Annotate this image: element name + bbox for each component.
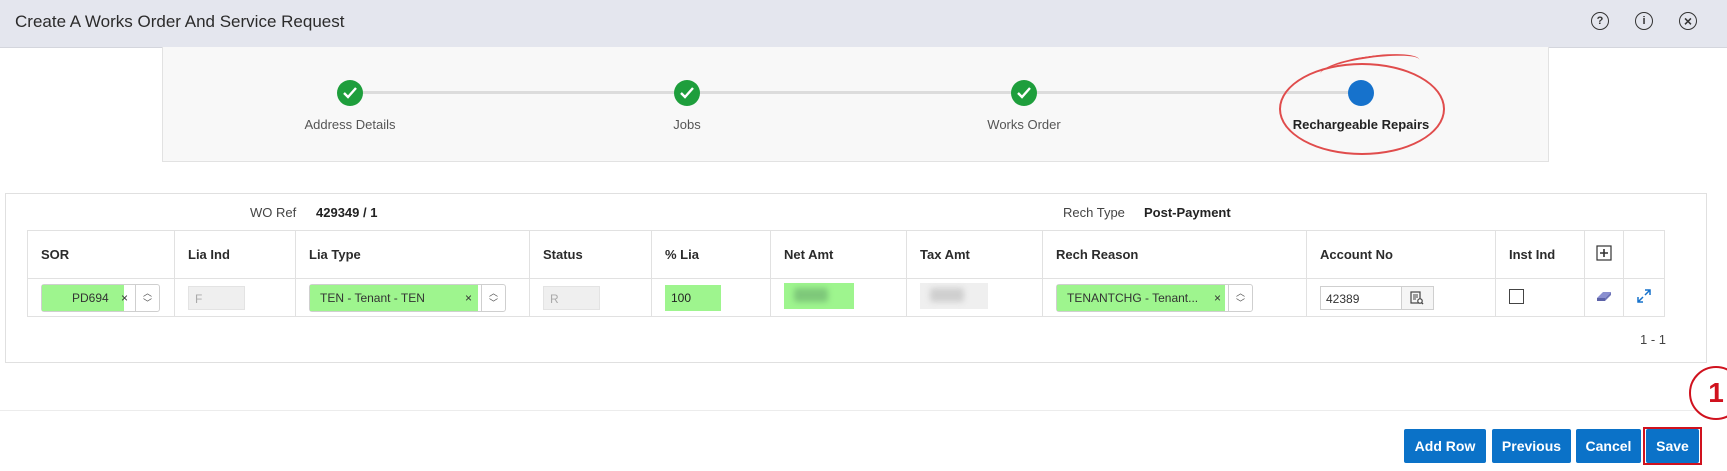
close-icon[interactable]: ×: [1679, 12, 1697, 30]
eraser-icon[interactable]: [1595, 289, 1613, 303]
check-icon: [674, 80, 700, 106]
clear-icon[interactable]: ×: [121, 285, 128, 311]
dialog-titlebar: Create A Works Order And Service Request…: [0, 0, 1727, 48]
rech-type-label: Rech Type: [1063, 205, 1125, 220]
save-button[interactable]: Save: [1646, 429, 1699, 463]
wizard-step-label: Works Order: [987, 117, 1061, 132]
lookup-icon: [1410, 290, 1424, 304]
account-no-input[interactable]: 42389: [1320, 285, 1402, 310]
column-header-tax-amt[interactable]: Tax Amt: [906, 230, 1043, 279]
status-field: R: [543, 285, 600, 310]
cell-eraser: [1584, 278, 1624, 317]
spinner-icon[interactable]: ︿ ﹀: [481, 284, 505, 311]
spinner-icon[interactable]: ︿ ﹀: [1228, 284, 1252, 311]
add-row-header[interactable]: [1584, 230, 1624, 279]
help-icon[interactable]: ?: [1591, 12, 1609, 30]
check-icon: [337, 80, 363, 106]
net-amt-input[interactable]: [784, 283, 854, 309]
wizard-progress: Address Details Jobs Works Order Recharg…: [162, 47, 1549, 162]
spinner-icon[interactable]: ︿ ﹀: [135, 284, 159, 311]
grid-header-row: SOR Lia Ind Lia Type Status % Lia Net Am…: [27, 230, 1665, 279]
expand-icon[interactable]: [1636, 288, 1652, 304]
account-lookup-button[interactable]: [1402, 285, 1434, 310]
wizard-step-label: Address Details: [304, 117, 396, 132]
previous-button[interactable]: Previous: [1492, 429, 1571, 463]
column-header-net-amt[interactable]: Net Amt: [770, 230, 907, 279]
cancel-button[interactable]: Cancel: [1576, 429, 1641, 463]
dialog-title: Create A Works Order And Service Request: [15, 12, 345, 31]
current-step-dot-icon: [1348, 80, 1374, 106]
plus-icon[interactable]: [1596, 245, 1612, 261]
cell-lia-ind: F: [174, 278, 296, 317]
info-icon[interactable]: i: [1635, 12, 1653, 30]
cell-rech-reason: TENANTCHG - Tenant... × ︿ ﹀: [1042, 278, 1307, 317]
column-header-lia-type[interactable]: Lia Type: [295, 230, 530, 279]
cell-expand: [1623, 278, 1665, 317]
cell-account-no: 42389: [1306, 278, 1496, 317]
wizard-step-label: Rechargeable Repairs: [1292, 117, 1430, 132]
column-header-lia-ind[interactable]: Lia Ind: [174, 230, 296, 279]
column-header-account-no[interactable]: Account No: [1306, 230, 1496, 279]
step-number-badge: 1: [1689, 366, 1727, 420]
wo-ref-value: 429349 / 1: [316, 205, 378, 220]
rech-type-value: Post-Payment: [1144, 205, 1231, 220]
sor-value: PD694: [42, 284, 124, 311]
check-icon: [1011, 80, 1037, 106]
add-row-button[interactable]: Add Row: [1404, 429, 1486, 463]
column-header-pct-lia[interactable]: % Lia: [651, 230, 771, 279]
pct-lia-input[interactable]: 100: [665, 284, 721, 311]
lia-type-value: TEN - Tenant - TEN: [310, 284, 478, 311]
column-header-status[interactable]: Status: [529, 230, 652, 279]
cell-inst-ind: [1495, 278, 1585, 317]
table-row: PD694 × ︿ ﹀ F TEN - Tenant - TEN × ︿ ﹀ R 1…: [27, 278, 1665, 317]
rech-reason-popup-field[interactable]: TENANTCHG - Tenant... × ︿ ﹀: [1056, 283, 1253, 312]
wo-ref-label: WO Ref: [250, 205, 297, 220]
column-header-inst-ind[interactable]: Inst Ind: [1495, 230, 1585, 279]
recharge-grid: SOR Lia Ind Lia Type Status % Lia Net Am…: [27, 230, 1665, 317]
clear-icon[interactable]: ×: [1214, 285, 1221, 311]
wizard-track: [350, 91, 1360, 94]
footer-divider: [0, 410, 1727, 411]
lia-ind-field: F: [188, 285, 245, 310]
clear-icon[interactable]: ×: [465, 285, 472, 311]
cell-pct-lia: 100: [651, 278, 771, 317]
cell-sor: PD694 × ︿ ﹀: [27, 278, 175, 317]
rech-reason-value: TENANTCHG - Tenant...: [1057, 284, 1225, 311]
inst-ind-checkbox[interactable]: [1509, 288, 1524, 304]
column-header-rech-reason[interactable]: Rech Reason: [1042, 230, 1307, 279]
lia-type-popup-field[interactable]: TEN - Tenant - TEN × ︿ ﹀: [309, 283, 506, 312]
cell-status: R: [529, 278, 652, 317]
column-header-sor[interactable]: SOR: [27, 230, 175, 279]
cell-tax-amt: [906, 278, 1043, 317]
sor-popup-field[interactable]: PD694 × ︿ ﹀: [41, 283, 160, 312]
actions-header: [1623, 230, 1665, 279]
wizard-step-label: Jobs: [673, 117, 701, 132]
tax-amt-field: [920, 283, 988, 309]
pagination-info: 1 - 1: [1640, 332, 1667, 347]
cell-net-amt: [770, 278, 907, 317]
cell-lia-type: TEN - Tenant - TEN × ︿ ﹀: [295, 278, 530, 317]
